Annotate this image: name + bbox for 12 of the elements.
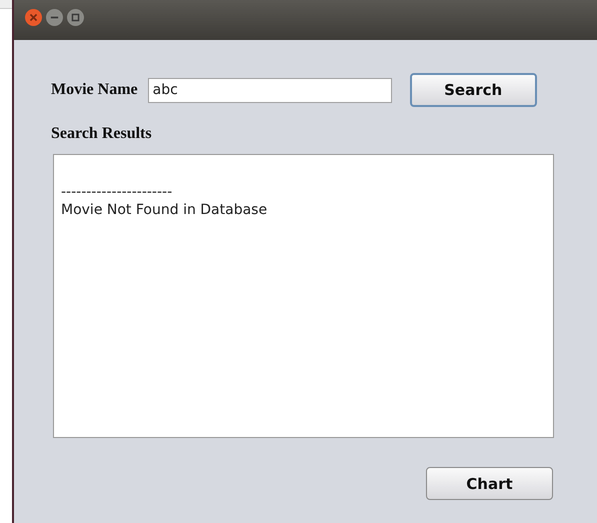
background-window <box>0 0 12 9</box>
movie-name-field[interactable]: abc <box>148 78 392 102</box>
minimize-icon[interactable] <box>46 9 63 26</box>
result-text: ---------------------- <box>61 183 174 201</box>
chart-button[interactable]: Chart <box>426 467 553 500</box>
search-button[interactable]: Search <box>410 73 537 107</box>
movie-name-label: Movie Name <box>51 81 138 99</box>
maximize-icon[interactable] <box>67 9 84 26</box>
results-area[interactable]: ---------------------- Movie Not Found in Database <box>53 154 554 438</box>
search-results-label: Search Results <box>51 125 153 143</box>
close-icon[interactable] <box>25 9 42 26</box>
result-text: Movie Not Found in Database <box>61 201 268 219</box>
